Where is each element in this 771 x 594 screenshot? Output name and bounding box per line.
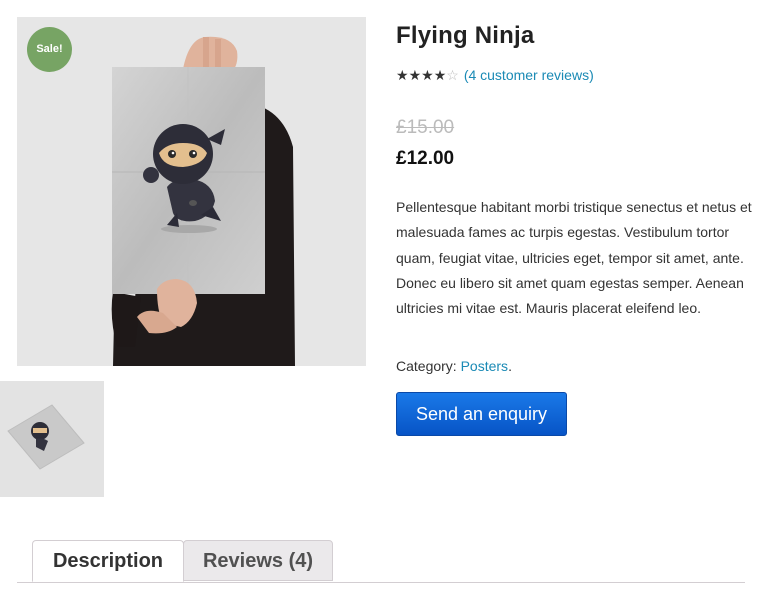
product-tabs: Description Reviews (4) xyxy=(17,540,745,583)
product-description: Pellentesque habitant morbi tristique se… xyxy=(396,199,752,317)
thumbnail-photo xyxy=(0,381,104,497)
product-thumbnail[interactable] xyxy=(0,381,104,497)
category-link[interactable]: Posters xyxy=(461,358,508,374)
sale-price: £12.00 xyxy=(396,148,455,169)
product-category: Category: Posters. xyxy=(396,358,512,374)
star-empty-icon: ☆ xyxy=(446,67,459,83)
star-filled-icon: ★ xyxy=(396,67,409,83)
star-filled-icon: ★ xyxy=(408,67,422,83)
product-title: Flying Ninja xyxy=(396,22,535,49)
regular-price: £15.00 xyxy=(396,117,455,138)
star-rating: ★ ★ ★ ★ ☆ xyxy=(396,67,459,83)
category-suffix: . xyxy=(508,358,512,374)
category-label: Category: xyxy=(396,358,457,374)
star-filled-icon: ★ xyxy=(433,67,447,83)
sale-badge: Sale! xyxy=(27,27,72,72)
star-filled-icon: ★ xyxy=(421,67,434,83)
customer-reviews-link[interactable]: (4 customer reviews) xyxy=(464,67,594,83)
tab-reviews[interactable]: Reviews (4) xyxy=(183,540,333,581)
send-enquiry-button[interactable]: Send an enquiry xyxy=(396,392,567,436)
product-main-image[interactable]: Sale! xyxy=(17,17,366,366)
tab-description[interactable]: Description xyxy=(32,540,184,582)
rating-row: ★ ★ ★ ★ ☆ (4 customer reviews) xyxy=(396,67,594,83)
product-photo xyxy=(17,17,366,366)
